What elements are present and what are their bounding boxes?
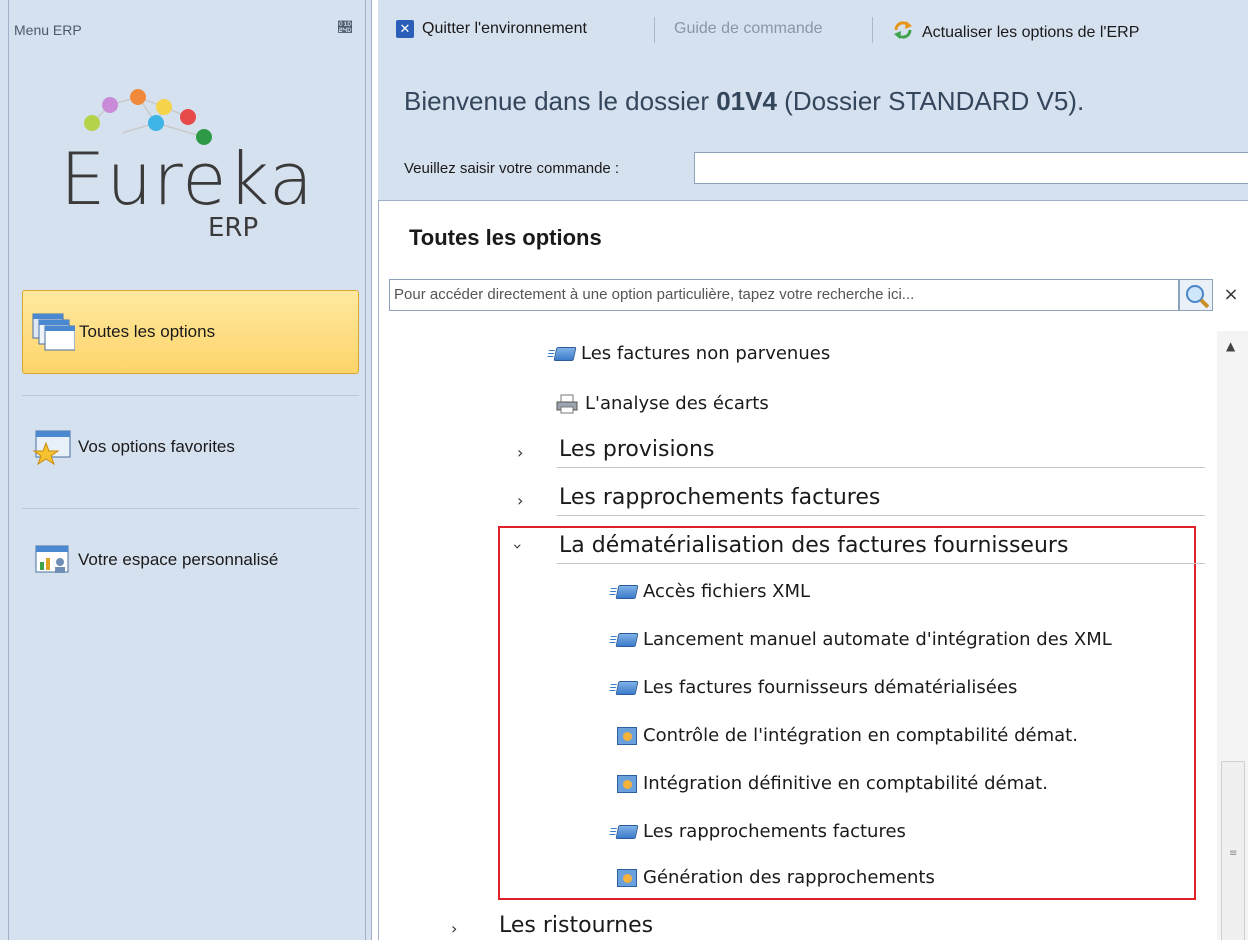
tree-category-provisions[interactable]: Les provisions bbox=[559, 437, 714, 462]
close-x-icon: ✕ bbox=[396, 20, 414, 38]
clear-search-button[interactable]: × bbox=[1213, 279, 1248, 311]
grip-icon: ≡ bbox=[1229, 848, 1238, 859]
process-icon bbox=[617, 726, 637, 745]
scroll-up-arrow-icon[interactable]: ▲ bbox=[1226, 339, 1235, 353]
form-icon bbox=[615, 632, 639, 647]
quit-label: Quitter l'environnement bbox=[422, 20, 587, 37]
tree-category-rapprochements[interactable]: Les rapprochements factures bbox=[559, 485, 880, 510]
form-icon bbox=[615, 584, 639, 599]
tree-item-rapprochements-factures[interactable]: Les rapprochements factures bbox=[615, 821, 906, 842]
menu-item-personal-space[interactable]: Votre espace personnalisé bbox=[22, 518, 359, 602]
tree-item-factures-non-parvenues[interactable]: Les factures non parvenues bbox=[553, 343, 831, 364]
favorite-star-icon bbox=[30, 427, 74, 467]
menu-item-label: Votre espace personnalisé bbox=[78, 550, 279, 569]
form-icon bbox=[615, 824, 639, 839]
process-icon bbox=[617, 774, 637, 793]
toolbar: ✕ Quitter l'environnement Guide de comma… bbox=[378, 0, 1248, 62]
welcome-prefix: Bienvenue dans le dossier bbox=[404, 86, 717, 116]
menu-item-favorites[interactable]: Vos options favorites bbox=[22, 405, 359, 489]
windows-stack-icon bbox=[31, 312, 76, 352]
menu-item-label: Toutes les options bbox=[79, 322, 216, 341]
command-label: Veuillez saisir votre commande : bbox=[404, 160, 620, 177]
tree-item-label: Les factures non parvenues bbox=[581, 343, 831, 364]
menu-item-label: Vos options favorites bbox=[78, 437, 235, 456]
pin-icon[interactable]: 𝉍 bbox=[338, 20, 352, 36]
menu-separator bbox=[22, 395, 359, 396]
category-underline bbox=[557, 467, 1205, 468]
menu-item-all-options[interactable]: Toutes les options bbox=[22, 290, 359, 374]
tree-item-label: Contrôle de l'intégration en comptabilit… bbox=[643, 725, 1078, 746]
guide-label: Guide de commande bbox=[674, 20, 823, 37]
magnifier-icon bbox=[1186, 285, 1210, 309]
tree-category-label: Les ristournes bbox=[499, 913, 654, 938]
tree-item-label: Génération des rapprochements bbox=[643, 867, 935, 888]
category-underline bbox=[557, 515, 1205, 516]
category-underline bbox=[557, 563, 1205, 564]
chevron-down-icon[interactable]: › bbox=[509, 543, 528, 549]
welcome-suffix: (Dossier STANDARD V5). bbox=[776, 86, 1085, 116]
tree-item-analyse-ecarts[interactable]: L'analyse des écarts bbox=[555, 393, 769, 414]
tree-item-label: Les rapprochements factures bbox=[643, 821, 906, 842]
tree-category-label: Les rapprochements factures bbox=[559, 485, 881, 510]
option-search-input[interactable]: Pour accéder directement à une option pa… bbox=[389, 279, 1179, 311]
search-button[interactable] bbox=[1179, 279, 1213, 311]
tree-item-integration-definitive[interactable]: Intégration définitive en comptabilité d… bbox=[617, 773, 1048, 794]
tree-category-label: La dématérialisation des factures fourni… bbox=[559, 533, 1069, 558]
command-guide-button[interactable]: Guide de commande bbox=[674, 20, 823, 38]
options-title: Toutes les options bbox=[409, 225, 602, 250]
dossier-code: 01V4 bbox=[716, 86, 777, 116]
dashboard-user-icon bbox=[30, 540, 74, 580]
command-input[interactable] bbox=[694, 152, 1248, 184]
tree-item-acces-xml[interactable]: Accès fichiers XML bbox=[615, 581, 811, 602]
toolbar-separator bbox=[872, 17, 873, 43]
panel-edge bbox=[8, 0, 9, 940]
tree-item-lancement-automate[interactable]: Lancement manuel automate d'intégration … bbox=[615, 629, 1112, 650]
tree-item-label: L'analyse des écarts bbox=[585, 393, 769, 414]
tree-category-label: Les provisions bbox=[559, 437, 715, 462]
chevron-right-icon[interactable]: › bbox=[451, 919, 457, 938]
tree-item-label: Accès fichiers XML bbox=[643, 581, 811, 602]
tree-item-generation-rapprochements[interactable]: Génération des rapprochements bbox=[617, 867, 935, 888]
welcome-area: Bienvenue dans le dossier 01V4 (Dossier … bbox=[378, 62, 1248, 200]
tree-item-controle-integration[interactable]: Contrôle de l'intégration en comptabilit… bbox=[617, 725, 1078, 746]
highlight-box bbox=[498, 526, 1196, 900]
erp-menu-panel: Menu ERP 𝉍 Eureka ERP Toutes les options bbox=[0, 0, 372, 940]
form-icon bbox=[615, 680, 639, 695]
logo-text: Eureka bbox=[60, 137, 314, 221]
options-panel: Toutes les options Pour accéder directem… bbox=[378, 200, 1248, 940]
refresh-label: Actualiser les options de l'ERP bbox=[922, 23, 1140, 41]
toolbar-separator bbox=[654, 17, 655, 43]
tree-item-label: Intégration définitive en comptabilité d… bbox=[643, 773, 1048, 794]
chevron-right-icon[interactable]: › bbox=[517, 491, 523, 510]
menu-separator bbox=[22, 508, 359, 509]
eureka-logo: Eureka ERP bbox=[60, 85, 320, 265]
menu-header: Menu ERP bbox=[14, 22, 82, 38]
tree-item-factures-demat[interactable]: Les factures fournisseurs dématérialisée… bbox=[615, 677, 1018, 698]
scrollbar-thumb[interactable]: ≡ bbox=[1221, 761, 1245, 940]
refresh-icon bbox=[892, 20, 914, 45]
printer-icon bbox=[555, 394, 579, 414]
welcome-title: Bienvenue dans le dossier 01V4 (Dossier … bbox=[404, 86, 1084, 117]
tree-category-ristournes[interactable]: Les ristournes bbox=[499, 913, 653, 938]
chevron-right-icon[interactable]: › bbox=[517, 443, 523, 462]
tree-category-dematerialisation[interactable]: La dématérialisation des factures fourni… bbox=[559, 533, 1068, 558]
process-icon bbox=[617, 868, 637, 887]
tree-item-label: Lancement manuel automate d'intégration … bbox=[643, 629, 1112, 650]
vertical-scrollbar[interactable]: ▲ ≡ bbox=[1217, 331, 1248, 940]
form-icon bbox=[553, 346, 577, 361]
panel-edge bbox=[365, 0, 366, 940]
tree-item-label: Les factures fournisseurs dématérialisée… bbox=[643, 677, 1018, 698]
logo-subtext: ERP bbox=[208, 213, 259, 243]
quit-environment-button[interactable]: ✕ Quitter l'environnement bbox=[396, 20, 587, 38]
refresh-options-button[interactable]: Actualiser les options de l'ERP bbox=[892, 20, 1139, 45]
